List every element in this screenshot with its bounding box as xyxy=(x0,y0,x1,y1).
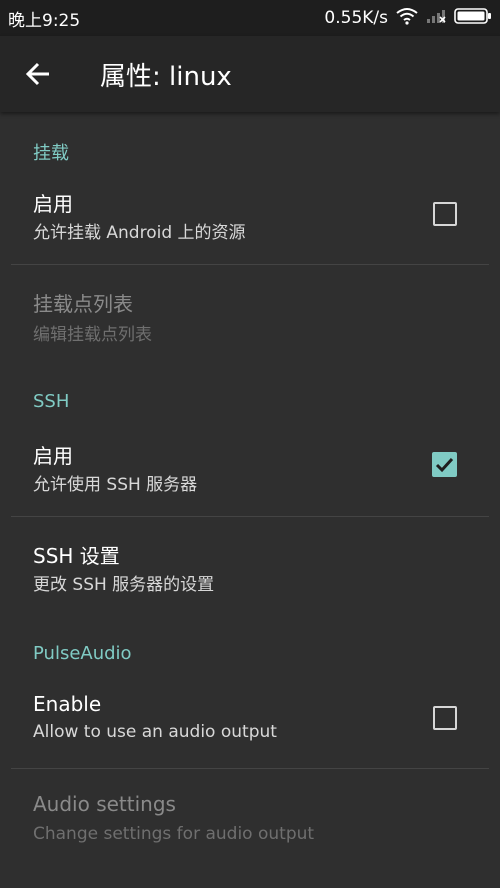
page-title: 属性: linux xyxy=(100,61,232,92)
ssh-enable-row[interactable]: 启用 允许使用 SSH 服务器 xyxy=(0,432,500,516)
checkmark-icon xyxy=(435,457,454,473)
pulse-enable-row[interactable]: Enable Allow to use an audio output xyxy=(0,684,500,768)
ssh-settings-row[interactable]: SSH 设置 更改 SSH 服务器的设置 xyxy=(0,532,500,604)
app-bar: 属性: linux xyxy=(0,36,500,112)
section-header-mount: 挂载 xyxy=(33,143,69,164)
wifi-icon xyxy=(396,7,418,30)
status-bar: 晚上9:25 0.55K/s xyxy=(0,0,500,36)
ssh-settings-summary: 更改 SSH 服务器的设置 xyxy=(33,575,215,595)
ssh-enable-title: 启用 xyxy=(33,444,73,468)
mount-enable-title: 启用 xyxy=(33,192,73,216)
arrow-back-icon xyxy=(25,62,49,86)
mount-enable-row[interactable]: 启用 允许挂载 Android 上的资源 xyxy=(0,180,500,264)
back-button[interactable] xyxy=(18,54,58,94)
ssh-enable-checkbox[interactable] xyxy=(432,452,457,477)
mount-enable-summary: 允许挂载 Android 上的资源 xyxy=(33,223,246,243)
mountpoints-title: 挂载点列表 xyxy=(33,292,133,316)
mountpoints-summary: 编辑挂载点列表 xyxy=(33,325,152,345)
divider xyxy=(11,516,489,517)
pulse-enable-checkbox[interactable] xyxy=(433,706,457,730)
status-time: 晚上9:25 xyxy=(8,10,81,31)
audio-settings-row: Audio settings Change settings for audio… xyxy=(0,786,500,856)
audio-settings-summary: Change settings for audio output xyxy=(33,824,315,844)
divider xyxy=(11,768,489,769)
status-indicators: 0.55K/s xyxy=(324,7,492,30)
ssh-enable-summary: 允许使用 SSH 服务器 xyxy=(33,475,198,495)
ssh-settings-title: SSH 设置 xyxy=(33,544,120,568)
mount-enable-checkbox[interactable] xyxy=(433,202,457,226)
divider xyxy=(11,264,489,265)
mountpoints-row: 挂载点列表 编辑挂载点列表 xyxy=(0,282,500,352)
preferences-list: 挂载 启用 允许挂载 Android 上的资源 挂载点列表 编辑挂载点列表 SS… xyxy=(0,112,500,888)
section-header-pulseaudio: PulseAudio xyxy=(33,643,132,664)
battery-icon xyxy=(454,7,492,29)
audio-settings-title: Audio settings xyxy=(33,792,176,816)
pulse-enable-title: Enable xyxy=(33,692,102,716)
section-header-ssh: SSH xyxy=(33,391,70,412)
signal-icon xyxy=(426,8,446,29)
pulse-enable-summary: Allow to use an audio output xyxy=(33,722,277,742)
network-speed: 0.55K/s xyxy=(324,8,388,28)
